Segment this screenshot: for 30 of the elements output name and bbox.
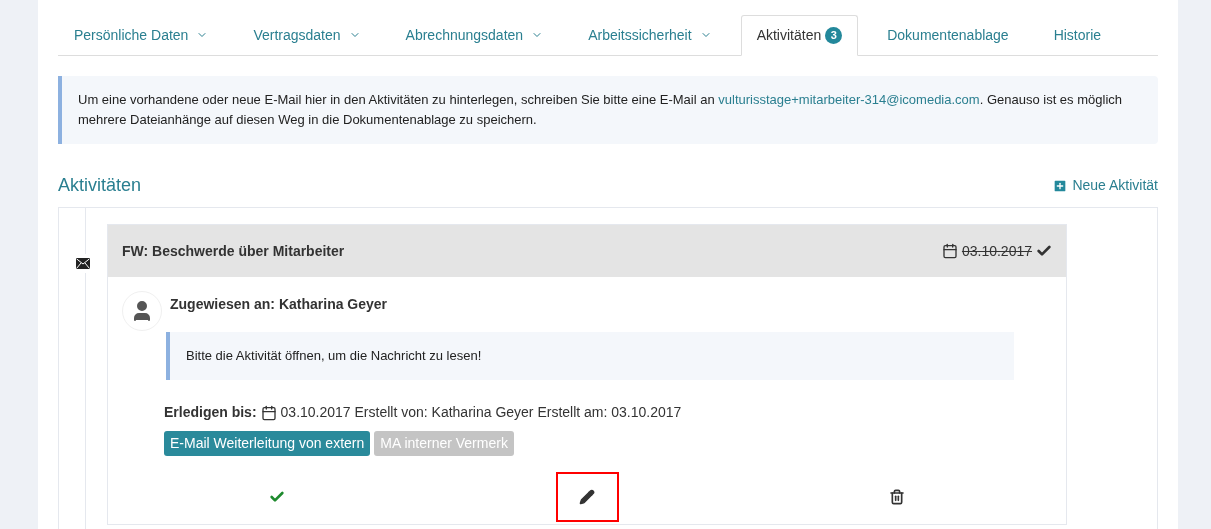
check-icon xyxy=(1036,243,1052,259)
section-title: Aktivitäten xyxy=(58,174,142,197)
count-badge: 3 xyxy=(825,27,843,44)
new-activity-button[interactable]: Neue Aktivität xyxy=(1052,175,1158,196)
assignee-text: Zugewiesen an: Katharina Geyer xyxy=(170,295,388,314)
tag: MA interner Vermerk xyxy=(374,431,514,456)
activity-title: FW: Beschwerde über Mitarbeiter xyxy=(122,241,345,261)
edit-icon xyxy=(579,489,595,505)
activity-date: 03.10.2017 xyxy=(961,241,1032,261)
check-icon xyxy=(269,489,285,505)
tab[interactable]: Vertragsdaten xyxy=(237,15,377,55)
calendar-icon xyxy=(260,404,277,421)
trash-icon xyxy=(889,489,905,505)
envelope-icon xyxy=(76,258,90,269)
tab[interactable]: Aktivitäten 3 xyxy=(740,15,859,56)
plus-icon xyxy=(1052,177,1069,194)
tab[interactable]: Arbeitssicherheit xyxy=(572,15,728,55)
tab[interactable]: Dokumentenablage xyxy=(871,15,1025,55)
email-link[interactable]: vulturisstage+mitarbeiter-314@icomedia.com xyxy=(718,92,980,107)
activity-meta: 03.10.2017 Erstellt von: Katharina Geyer Erstellt am: 03.10.2017 xyxy=(280,403,682,422)
due-label: Erledigen bis: xyxy=(164,403,257,422)
tab[interactable]: Persönliche Daten xyxy=(58,15,225,55)
tab[interactable]: Historie xyxy=(1037,15,1118,55)
edit-button[interactable] xyxy=(555,472,619,522)
tag: E-Mail Weiterleitung von extern xyxy=(164,431,371,456)
activity-header[interactable]: FW: Beschwerde über Mitarbeiter 03.10.2017 xyxy=(108,225,1066,277)
info-text: Um eine vorhandene oder neue E-Mail hier in den Aktivitäten zu hinterlegen, schreiben Sie bitte eine E-Mail an vulturisstage+mitarbeiter-314@icomedia.com. Genauso ist es möglich mehrere Dateianhänge auf diesen Weg in die Dokumentenablage zu speichern. xyxy=(78,91,1123,129)
tab[interactable]: Abrechnungsdaten xyxy=(389,15,560,55)
message-text: Bitte die Aktivität öffnen, um die Nachricht zu lesen! xyxy=(186,347,482,366)
calendar-icon xyxy=(941,243,958,259)
